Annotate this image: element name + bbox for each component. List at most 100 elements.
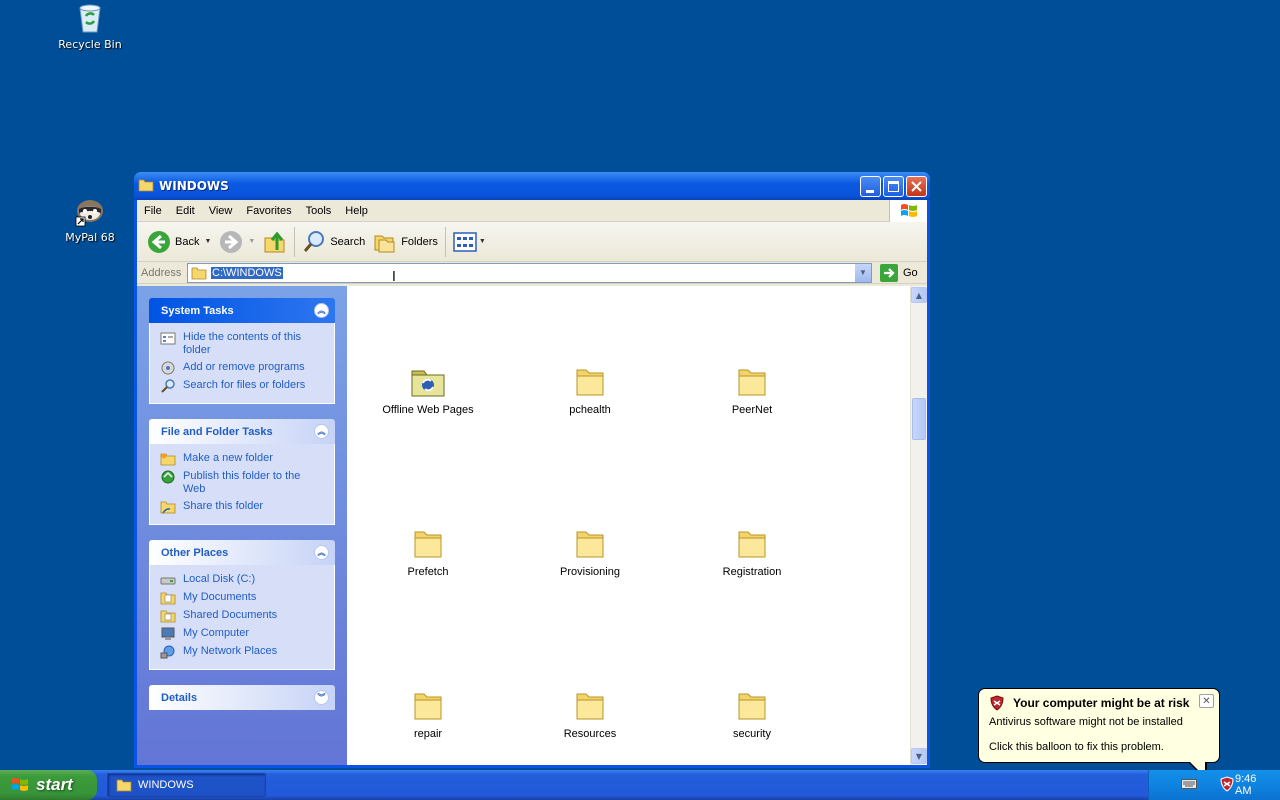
address-value[interactable]: C:\WINDOWS — [211, 266, 283, 279]
task-link-add-remove-programs[interactable]: Add or remove programs — [160, 361, 324, 375]
menu-help[interactable]: Help — [338, 205, 375, 217]
views-button[interactable]: ▼ — [449, 226, 490, 258]
place-link-shared-documents[interactable]: Shared Documents — [160, 609, 324, 623]
place-link-my-network-places[interactable]: My Network Places — [160, 645, 324, 659]
place-link-my-computer[interactable]: My Computer — [160, 627, 324, 641]
file-label: Provisioning — [560, 566, 620, 578]
file-folder-tasks-header[interactable]: File and Folder Tasks ︽ — [149, 419, 335, 444]
publish-web-icon — [160, 470, 176, 484]
collapse-icon[interactable]: ︽ — [314, 303, 329, 318]
mypal-desktop-icon[interactable]: MyPal 68 — [45, 195, 135, 244]
windows-logo-icon — [12, 778, 28, 791]
balloon-close-button[interactable]: ✕ — [1199, 694, 1214, 708]
forward-button[interactable]: ▼ — [215, 226, 259, 258]
taskbar-button-windows[interactable]: WINDOWS — [107, 773, 266, 797]
title-bar[interactable]: WINDOWS — [134, 172, 930, 200]
clock[interactable]: 9:46 AM — [1235, 773, 1266, 797]
place-link-my-documents[interactable]: My Documents — [160, 591, 324, 605]
panel-title: System Tasks — [161, 304, 234, 317]
place-link-local-disk[interactable]: Local Disk (C:) — [160, 573, 324, 587]
folder-icon — [572, 690, 608, 722]
folder-icon — [138, 178, 154, 195]
menu-tools[interactable]: Tools — [299, 205, 339, 217]
back-button[interactable]: Back ▼ — [143, 226, 215, 258]
folder-icon — [410, 528, 446, 560]
expand-icon[interactable]: ︾ — [314, 690, 329, 705]
security-balloon[interactable]: Your computer might be at risk Antivirus… — [978, 688, 1220, 781]
taskbar-button-label: WINDOWS — [138, 779, 194, 791]
chevron-down-icon[interactable]: ▼ — [204, 238, 211, 245]
address-input[interactable]: C:\WINDOWS ▼ — [187, 262, 872, 283]
collapse-icon[interactable]: ︽ — [314, 545, 329, 560]
balloon-title: Your computer might be at risk — [1013, 696, 1190, 710]
menu-view[interactable]: View — [202, 205, 240, 217]
search-button[interactable]: Search — [298, 226, 369, 258]
folder-item-offline-web-pages[interactable]: Offline Web Pages — [368, 366, 488, 416]
folders-icon — [374, 235, 395, 252]
task-link-search[interactable]: Search for files or folders — [160, 379, 324, 393]
folder-item-peernet[interactable]: PeerNet — [692, 366, 812, 416]
folder-item-prefetch[interactable]: Prefetch — [368, 528, 488, 578]
menu-favorites[interactable]: Favorites — [239, 205, 298, 217]
search-label: Search — [330, 235, 366, 248]
go-button[interactable]: Go — [880, 263, 918, 282]
task-link-new-folder[interactable]: Make a new folder — [160, 452, 324, 466]
go-label: Go — [903, 266, 918, 279]
folder-icon — [191, 267, 207, 279]
my-computer-icon — [160, 627, 176, 641]
toolbar-separator — [444, 226, 446, 257]
menu-bar: File Edit View Favorites Tools Help — [137, 200, 927, 222]
task-link-publish-web[interactable]: Publish this folder to the Web — [160, 470, 324, 496]
maximize-button[interactable] — [883, 175, 904, 197]
folder-item-security[interactable]: security — [692, 690, 812, 740]
scroll-up-button[interactable]: ▲ — [911, 287, 927, 303]
chevron-down-icon[interactable]: ▼ — [479, 238, 486, 245]
vertical-scrollbar[interactable]: ▲ ▼ — [910, 286, 927, 765]
hide-contents-icon — [160, 331, 176, 345]
system-tasks-header[interactable]: System Tasks ︽ — [149, 298, 335, 323]
panel-title: File and Folder Tasks — [161, 425, 273, 438]
folder-item-provisioning[interactable]: Provisioning — [530, 528, 650, 578]
offline-web-pages-folder-icon — [410, 366, 446, 398]
folder-item-repair[interactable]: repair — [368, 690, 488, 740]
keyboard-icon[interactable] — [1181, 778, 1197, 793]
folder-icon — [734, 366, 770, 398]
panel-title: Other Places — [161, 546, 229, 559]
start-button[interactable]: start — [0, 770, 97, 800]
file-folder-tasks-panel: File and Folder Tasks ︽ Make a new folde… — [149, 419, 335, 525]
link-label: Hide the contents of this folder — [183, 331, 302, 356]
recycle-bin-desktop-icon[interactable]: Recycle Bin — [45, 2, 135, 51]
standard-toolbar: Back ▼ ▼ Search Folders ▼ — [137, 222, 927, 262]
link-label: Publish this folder to the Web — [183, 470, 301, 495]
folder-icon — [572, 366, 608, 398]
address-dropdown-button[interactable]: ▼ — [854, 263, 871, 282]
menu-edit[interactable]: Edit — [169, 205, 202, 217]
folder-item-pchealth[interactable]: pchealth — [530, 366, 650, 416]
scroll-down-button[interactable]: ▼ — [911, 748, 927, 764]
link-label: Search for files or folders — [183, 379, 306, 391]
menu-file[interactable]: File — [137, 205, 169, 217]
details-header[interactable]: Details ︾ — [149, 685, 335, 710]
other-places-header[interactable]: Other Places ︽ — [149, 540, 335, 565]
folder-item-registration[interactable]: Registration — [692, 528, 812, 578]
add-remove-programs-icon — [160, 361, 176, 375]
folder-item-resources[interactable]: Resources — [530, 690, 650, 740]
task-link-hide-contents[interactable]: Hide the contents of this folder — [160, 331, 324, 357]
start-label: start — [36, 775, 73, 794]
share-folder-icon — [160, 500, 176, 514]
link-label: Add or remove programs — [183, 361, 305, 373]
toolbar-separator — [294, 226, 296, 257]
folder-icon — [410, 690, 446, 722]
back-arrow-icon — [148, 230, 170, 253]
close-button[interactable] — [906, 175, 927, 197]
task-link-share-folder[interactable]: Share this folder — [160, 500, 324, 514]
up-folder-button[interactable] — [259, 226, 291, 258]
task-pane: System Tasks ︽ Hide the contents of this… — [137, 286, 347, 765]
folders-button[interactable]: Folders — [369, 226, 442, 258]
minimize-button[interactable] — [860, 175, 881, 197]
scroll-thumb[interactable] — [912, 398, 926, 440]
local-disk-icon — [160, 573, 176, 587]
security-alert-icon[interactable] — [1219, 775, 1235, 795]
balloon-instruction: Click this balloon to fix this problem. — [989, 741, 1164, 753]
collapse-icon[interactable]: ︽ — [314, 424, 329, 439]
